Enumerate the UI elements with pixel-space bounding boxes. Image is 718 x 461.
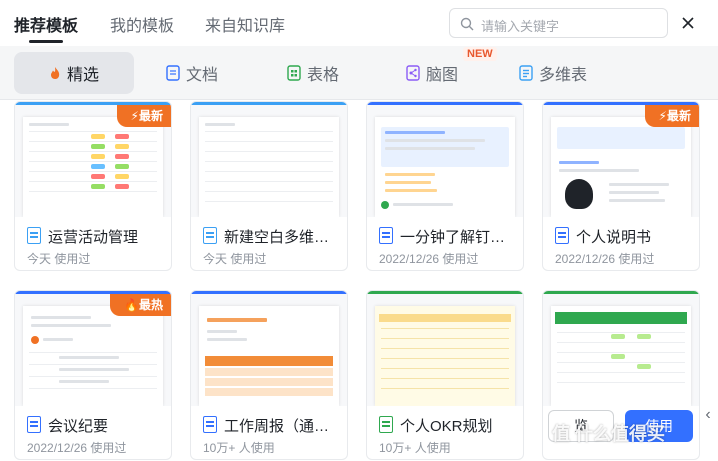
search-icon: [460, 17, 474, 31]
filter-label-mindmap: 脑图: [426, 67, 459, 84]
card-info: 个人说明书 2022/12/26 使用过: [543, 220, 699, 270]
card-meta: 10万+ 人使用: [379, 441, 451, 455]
ribbon-badge: ⚡最新: [116, 105, 171, 127]
card-info: 新建空白多维… 今天 使用过: [191, 220, 347, 270]
search-placeholder: 请输入关键字: [481, 19, 560, 34]
sheet-icon: [287, 65, 301, 81]
ribbon-badge: 🔥最热: [110, 294, 171, 316]
filter-label-featured: 精选: [66, 67, 99, 84]
thumbnail-page: [375, 117, 515, 217]
filter-tab-mindmap[interactable]: 脑图: [406, 52, 458, 94]
thumbnail-page: [375, 306, 515, 406]
thumbnail-page: [199, 306, 339, 406]
bolt-icon: ⚡: [658, 109, 667, 123]
flame-icon: 🔥: [124, 298, 139, 312]
template-thumbnail: ⚡最新: [543, 105, 699, 217]
thumbnail-page: [551, 117, 691, 217]
template-thumbnail: [367, 294, 523, 406]
tab-from-knowledge-base[interactable]: 来自知识库: [205, 12, 285, 36]
template-thumbnail: [191, 105, 347, 217]
template-card[interactable]: 工作周报（通… 10万+ 人使用: [190, 290, 348, 460]
ribbon-label: 最新: [666, 109, 691, 123]
filter-tab-base[interactable]: 多维表: [519, 52, 587, 94]
base-icon: [27, 227, 41, 244]
card-title: 个人说明书: [576, 229, 652, 246]
thumbnail-page: [23, 117, 163, 217]
close-icon[interactable]: [678, 13, 698, 33]
template-thumbnail: [367, 105, 523, 217]
active-tab-underline: [29, 40, 63, 43]
template-card[interactable]: 🔥最热 会议纪要 2022/12/26 使用过: [14, 290, 172, 460]
flame-icon: [50, 67, 60, 79]
ribbon-badge: ⚡最新: [644, 105, 699, 127]
template-card[interactable]: ⚡最新 个人说明书 2022/12/26 使用过: [542, 101, 700, 271]
card-info: 会议纪要 2022/12/26 使用过: [15, 409, 171, 459]
base-icon: [519, 65, 533, 81]
card-title: 新建空白多维…: [224, 229, 330, 246]
template-header: 推荐模板 我的模板 来自知识库 请输入关键字: [0, 0, 718, 46]
card-info: 个人OKR规划 10万+ 人使用: [367, 409, 523, 459]
template-thumbnail: [191, 294, 347, 406]
card-meta: 2022/12/26 使用过: [27, 441, 127, 455]
mascot-illustration: [565, 179, 593, 209]
ribbon-label: 最新: [138, 109, 163, 123]
template-thumbnail: 🔥最热: [15, 294, 171, 406]
template-card[interactable]: 一分钟了解钉… 2022/12/26 使用过: [366, 101, 524, 271]
chevron-left-icon[interactable]: ‹: [698, 400, 718, 430]
template-card[interactable]: 新建空白多维… 今天 使用过: [190, 101, 348, 271]
thumbnail-page: [23, 306, 163, 406]
template-thumbnail: [543, 294, 699, 406]
filter-label-sheet: 表格: [307, 67, 340, 84]
card-meta: 2022/12/26 使用过: [555, 252, 655, 266]
doc-icon: [203, 416, 217, 433]
tab-my-templates[interactable]: 我的模板: [110, 12, 174, 36]
card-title: 一分钟了解钉…: [400, 229, 506, 246]
bolt-icon: ⚡: [130, 109, 139, 123]
filter-tab-featured[interactable]: 精选: [14, 52, 134, 94]
sheet-icon: [379, 416, 393, 433]
doc-icon: [166, 65, 180, 81]
template-card[interactable]: ⚡最新 运营活动管理 今天 使用过: [14, 101, 172, 271]
card-meta: 2022/12/26 使用过: [379, 252, 479, 266]
filter-tab-doc[interactable]: 文档: [166, 52, 218, 94]
card-title: 个人OKR规划: [400, 418, 493, 435]
card-info: 运营活动管理 今天 使用过: [15, 220, 171, 270]
card-title: 工作周报（通…: [224, 418, 330, 435]
template-card[interactable]: 个人OKR规划 10万+ 人使用: [366, 290, 524, 460]
card-meta: 今天 使用过: [27, 252, 91, 266]
card-meta: 10万+ 人使用: [203, 441, 275, 455]
template-thumbnail: ⚡最新: [15, 105, 171, 217]
doc-icon: [555, 227, 569, 244]
new-badge: NEW: [463, 47, 497, 61]
filter-tab-sheet[interactable]: 表格: [287, 52, 339, 94]
filter-label-doc: 文档: [186, 67, 219, 84]
filter-label-base: 多维表: [539, 67, 588, 84]
search-input[interactable]: 请输入关键字: [449, 8, 668, 38]
thumbnail-page: [551, 306, 691, 406]
doc-icon: [379, 227, 393, 244]
watermark: 值 什么值得买: [552, 424, 666, 444]
doc-icon: [27, 416, 41, 433]
card-info: 工作周报（通… 10万+ 人使用: [191, 409, 347, 459]
card-info: 一分钟了解钉… 2022/12/26 使用过: [367, 220, 523, 270]
template-type-filter: 精选 文档 表格 脑图 NEW 多维表: [0, 46, 718, 100]
tab-recommended-templates[interactable]: 推荐模板: [14, 12, 78, 36]
card-title: 运营活动管理: [48, 229, 139, 246]
base-icon: [203, 227, 217, 244]
card-meta: 今天 使用过: [203, 252, 267, 266]
ribbon-label: 最热: [138, 298, 163, 312]
thumbnail-page: [199, 117, 339, 217]
card-title: 会议纪要: [48, 418, 109, 435]
mindmap-icon: [406, 65, 420, 81]
